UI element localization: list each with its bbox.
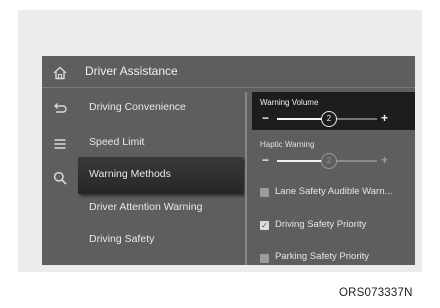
haptic-warning-label: Haptic Warning: [260, 140, 315, 149]
menu-icon[interactable]: [52, 136, 68, 152]
menu-item-driving-safety[interactable]: Driving Safety: [89, 233, 154, 245]
back-icon[interactable]: [52, 101, 68, 117]
parking-safety-priority-checkbox[interactable]: [260, 254, 269, 263]
infotainment-screen: Driver Assistance Driving Convenience Sp…: [42, 56, 415, 265]
warning-volume-decrease-button[interactable]: −: [262, 112, 269, 124]
driving-safety-priority-label: Driving Safety Priority: [275, 219, 367, 230]
driving-safety-priority-checkbox[interactable]: ✓: [260, 221, 269, 230]
warning-volume-increase-button[interactable]: +: [381, 112, 388, 124]
lane-safety-audible-warning-checkbox[interactable]: [260, 188, 269, 197]
menu-item-warning-methods[interactable]: Warning Methods: [89, 168, 171, 180]
warning-volume-track-empty: [332, 118, 377, 120]
menu-item-speed-limit[interactable]: Speed Limit: [89, 136, 144, 148]
panel-divider: [245, 92, 247, 265]
menu-item-driving-convenience[interactable]: Driving Convenience: [89, 101, 186, 113]
haptic-warning-track-filled: [277, 160, 326, 162]
page-title: Driver Assistance: [85, 64, 178, 78]
lane-safety-audible-warning-label: Lane Safety Audible Warn...: [275, 186, 393, 197]
warning-volume-label: Warning Volume: [260, 98, 319, 107]
menu-item-driver-attention-warning[interactable]: Driver Attention Warning: [89, 201, 202, 213]
haptic-warning-track-empty: [332, 160, 377, 162]
figure-caption: ORS073337N: [339, 287, 413, 299]
haptic-warning-slider-knob[interactable]: 2: [321, 153, 337, 169]
home-icon[interactable]: [52, 65, 68, 81]
search-icon[interactable]: [52, 170, 68, 186]
haptic-warning-increase-button[interactable]: +: [381, 154, 388, 166]
haptic-warning-decrease-button[interactable]: −: [262, 154, 269, 166]
warning-volume-track-filled: [277, 118, 326, 120]
parking-safety-priority-label: Parking Safety Priority: [275, 251, 369, 262]
warning-volume-slider-knob[interactable]: 2: [321, 111, 337, 127]
header-divider: [42, 87, 415, 88]
